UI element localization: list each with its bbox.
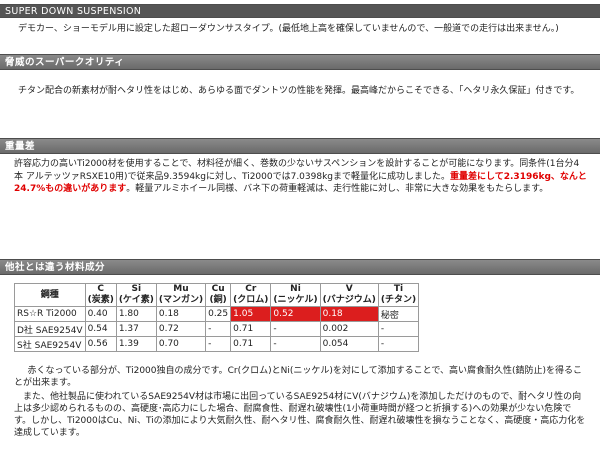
table-cell: 0.18 (155, 306, 207, 322)
header-bar: SUPER DOWN SUSPENSION (0, 4, 600, 18)
table-cell: 0.40 (84, 306, 117, 322)
table-row: D社 SAE9254V 0.54 1.37 0.72 - 0.71 - 0.00… (14, 321, 420, 337)
footer-paragraph-1: 赤くなっている部分が、Ti2000独自の成分です。Cr(クロム)とNi(ニッケル… (14, 366, 582, 388)
section-bar-quality: 脅威のスーパークオリティ (0, 54, 600, 70)
header-cell: Mu (マンガン) (155, 283, 207, 307)
table-cell: 0.72 (155, 321, 207, 337)
table-cell: 1.39 (115, 336, 157, 352)
footer-paragraph-2: また、他社製品に使われているSAE9254V材は市場に出回っているSAE9254… (14, 392, 586, 438)
table-cell: - (270, 336, 321, 352)
table-cell: 1.37 (115, 321, 157, 337)
quality-text: チタン配合の新素材が耐ヘタリ性をはじめ、あらゆる面でダントツの性能を発揮。最高峰… (18, 86, 580, 96)
table-cell: - (377, 336, 420, 352)
table-cell: 0.25 (205, 306, 232, 322)
table-cell: 0.71 (230, 321, 272, 337)
header-title: SUPER DOWN SUSPENSION (5, 6, 142, 17)
header-cell: Cu (銅) (205, 283, 232, 307)
section-title-quality: 脅威のスーパークオリティ (5, 57, 125, 68)
table-cell: 0.054 (319, 336, 379, 352)
table-cell: 0.70 (155, 336, 207, 352)
table-cell-highlight: 0.52 (270, 306, 321, 322)
table-row: RS☆R Ti2000 0.40 1.80 0.18 0.25 1.05 0.5… (14, 306, 420, 322)
header-cell: V (バナジウム) (319, 283, 379, 307)
table-cell: D社 SAE9254V (14, 321, 86, 337)
table-cell: - (205, 321, 232, 337)
table-cell: - (377, 321, 420, 337)
header-cell: 鋼種 (14, 283, 86, 307)
weight-text-tail: 。軽量アルミホイール同様、バネ下の荷重軽減は、走行性能に対し、非常に大きな効果を… (126, 184, 549, 194)
header-cell: C (炭素) (84, 283, 117, 307)
weight-text: 許容応力の高いTi2000材を使用することで、材料径が細く、巻数の少ないサスペン… (14, 158, 588, 196)
table-header-row: 鋼種 C (炭素) Si (ケイ素) Mu (マンガン) Cu (銅) Cr (クロム) … (14, 283, 420, 307)
table-cell: RS☆R Ti2000 (14, 306, 86, 322)
section-bar-material: 他社とは違う材料成分 (0, 259, 600, 275)
table-cell: - (205, 336, 232, 352)
section-bar-weight: 重量差 (0, 138, 600, 154)
table-cell: 0.56 (84, 336, 117, 352)
table-cell: - (270, 321, 321, 337)
header-cell: Ti (チタン) (377, 283, 420, 307)
section-title-weight: 重量差 (5, 141, 36, 152)
table-cell-highlight: 0.18 (319, 306, 379, 322)
table-cell: 秘密 (377, 306, 420, 322)
table-row: S社 SAE9254V 0.56 1.39 0.70 - 0.71 - 0.05… (14, 336, 420, 352)
header-cell: Si (ケイ素) (115, 283, 157, 307)
table-cell-highlight: 1.05 (230, 306, 272, 322)
material-table: 鋼種 C (炭素) Si (ケイ素) Mu (マンガン) Cu (銅) Cr (クロム) … (14, 283, 420, 352)
table-cell: 0.71 (230, 336, 272, 352)
table-cell: 0.54 (84, 321, 117, 337)
header-cell: Ni (ニッケル) (270, 283, 321, 307)
table-cell: S社 SAE9254V (14, 336, 86, 352)
header-cell: Cr (クロム) (230, 283, 272, 307)
table-cell: 0.002 (319, 321, 379, 337)
table-cell: 1.80 (115, 306, 157, 322)
intro-text: デモカー、ショーモデル用に設定した超ローダウンサスタイプ。(最低地上高を確保して… (18, 24, 559, 34)
section-title-material: 他社とは違う材料成分 (5, 262, 106, 273)
